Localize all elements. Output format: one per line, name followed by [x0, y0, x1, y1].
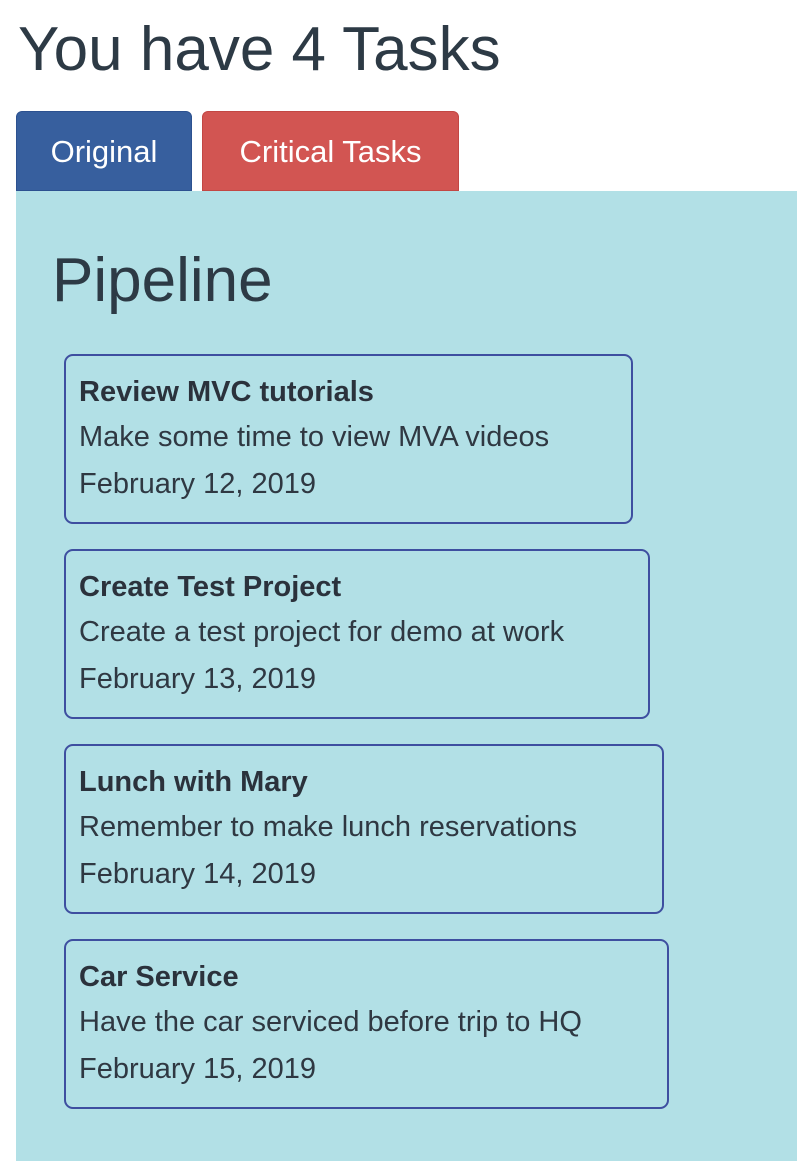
task-card[interactable]: Car Service Have the car serviced before…	[64, 939, 669, 1109]
task-description: Create a test project for demo at work	[79, 616, 565, 648]
task-card[interactable]: Review MVC tutorials Make some time to v…	[64, 354, 633, 524]
task-date: February 12, 2019	[79, 468, 316, 500]
task-title: Lunch with Mary	[79, 766, 308, 798]
task-title: Car Service	[79, 961, 239, 993]
pipeline-title: Pipeline	[52, 246, 273, 315]
task-title: Review MVC tutorials	[79, 376, 374, 408]
page-title: You have 4 Tasks	[18, 15, 501, 84]
task-description: Remember to make lunch reservations	[79, 811, 578, 843]
task-card[interactable]: Create Test Project Create a test projec…	[64, 549, 650, 719]
task-description: Have the car serviced before trip to HQ	[79, 1006, 582, 1038]
task-description: Make some time to view MVA videos	[79, 421, 550, 453]
task-date: February 14, 2019	[79, 858, 316, 890]
task-date: February 13, 2019	[79, 663, 316, 695]
task-card[interactable]: Lunch with Mary Remember to make lunch r…	[64, 744, 664, 914]
pipeline-panel: Pipeline Review MVC tutorials Make some …	[16, 191, 797, 1161]
tab-original[interactable]: Original	[16, 111, 192, 191]
tab-critical-tasks[interactable]: Critical Tasks	[202, 111, 459, 191]
task-title: Create Test Project	[79, 571, 342, 603]
task-date: February 15, 2019	[79, 1053, 316, 1085]
